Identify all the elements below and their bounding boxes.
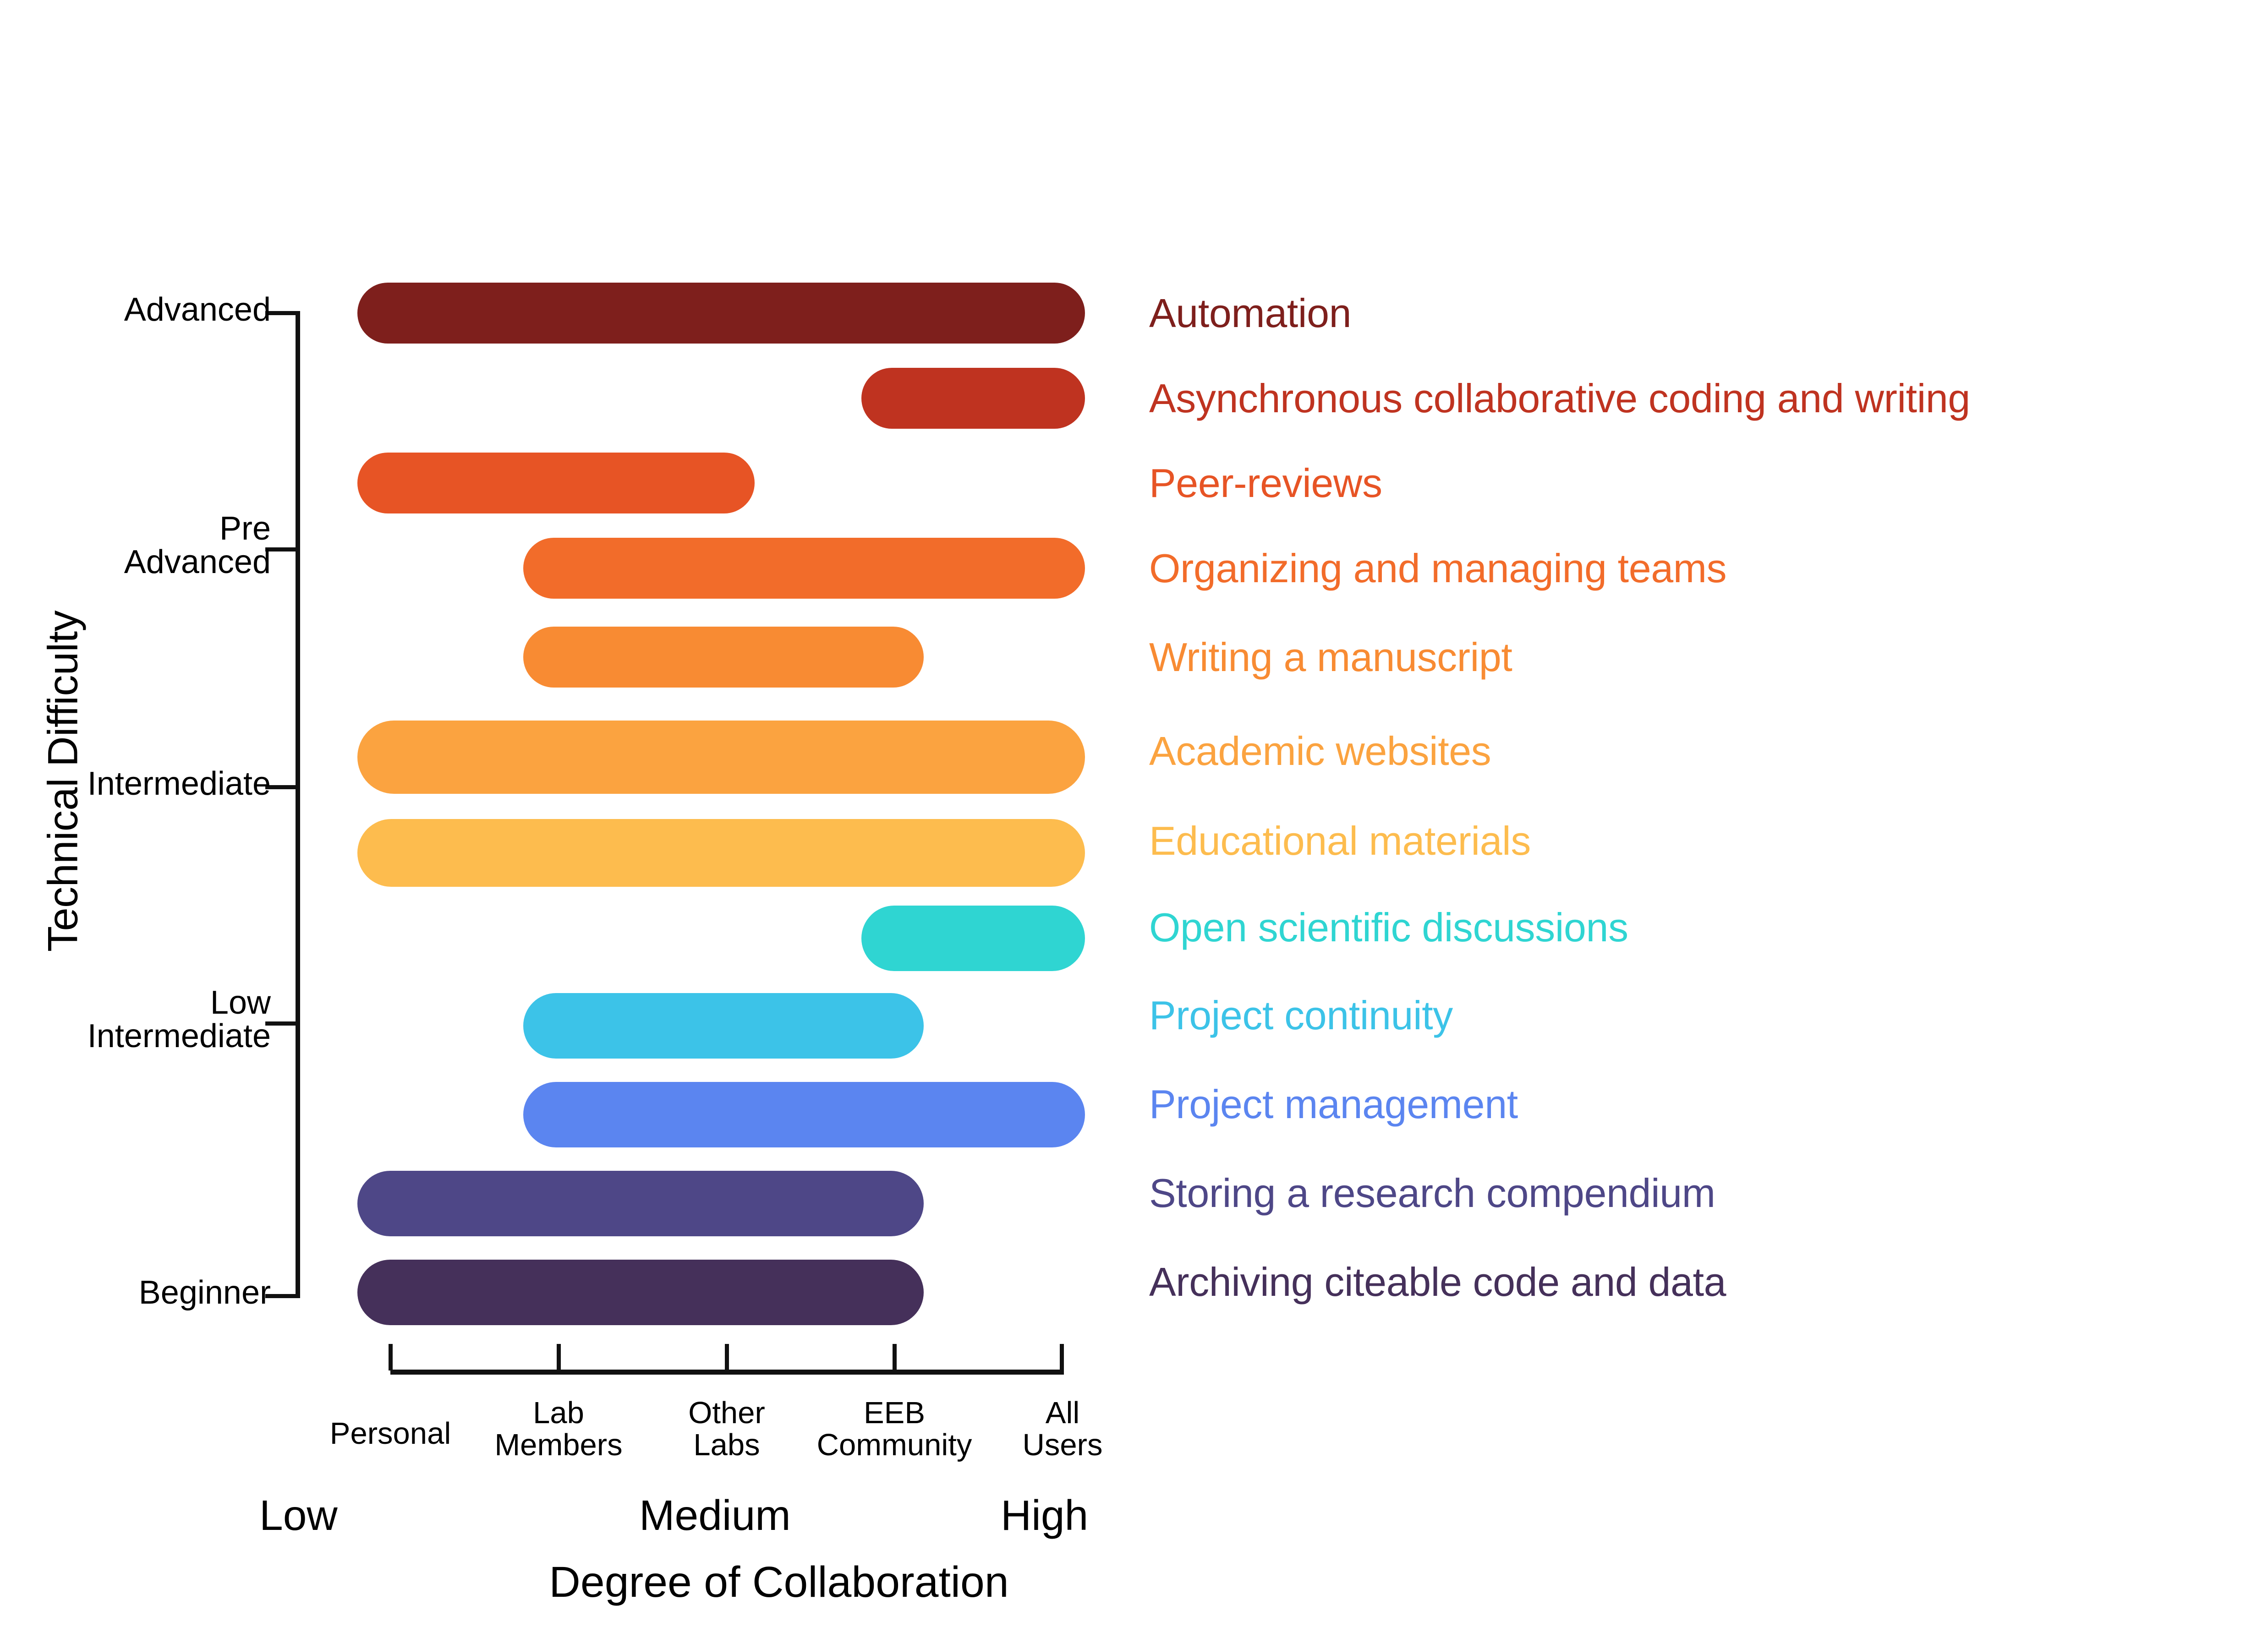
x-axis-label-all-users: All Users [1022, 1396, 1103, 1463]
bar-label-automation: Automation [1149, 290, 1352, 336]
y-axis-label-pre-advanced: Pre Advanced [124, 510, 271, 581]
y-axis-bracket [296, 311, 300, 1298]
bar-label-writing-manuscript: Writing a manuscript [1149, 634, 1512, 680]
chart-canvas: Technical Difficulty Advanced Pre Advanc… [0, 0, 2268, 1649]
bar-asynchronous-collaborative[interactable] [861, 368, 1085, 429]
y-axis-label-advanced: Advanced [124, 291, 271, 328]
bar-label-open-scientific: Open scientific discussions [1149, 905, 1628, 950]
x-axis-level-medium: Medium [639, 1491, 791, 1539]
bar-label-project-continuity: Project continuity [1149, 993, 1453, 1038]
x-axis-level-high: High [1001, 1491, 1089, 1539]
x-axis-level-low: Low [259, 1491, 338, 1539]
bar-storing-research-compendium[interactable] [357, 1171, 924, 1236]
bar-label-academic-websites: Academic websites [1149, 728, 1491, 774]
bar-project-management[interactable] [523, 1082, 1085, 1147]
bar-label-project-management: Project management [1149, 1081, 1518, 1127]
bar-writing-a-manuscript[interactable] [523, 627, 924, 688]
x-axis-title: Degree of Collaboration [549, 1558, 1009, 1606]
bar-educational-materials[interactable] [357, 819, 1085, 887]
y-axis-title: Technical Difficulty [39, 610, 87, 952]
bar-label-peer-reviews: Peer-reviews [1149, 460, 1382, 506]
x-axis-tick-other-labs [725, 1344, 729, 1371]
bar-label-archiving-code-data: Archiving citeable code and data [1149, 1259, 1726, 1305]
y-axis-label-low-intermediate: Low Intermediate [87, 984, 271, 1055]
bar-organizing-managing-teams[interactable] [523, 538, 1085, 599]
bar-label-organizing-managing-teams: Organizing and managing teams [1149, 546, 1727, 591]
bar-archiving-citeable-code[interactable] [357, 1260, 924, 1325]
x-axis-tick-lab-members [557, 1344, 561, 1371]
bar-automation[interactable] [357, 283, 1085, 344]
bar-label-educational-materials: Educational materials [1149, 818, 1531, 863]
x-axis-tick-personal [389, 1344, 393, 1371]
bar-project-continuity[interactable] [523, 993, 924, 1059]
bar-label-storing-compendium: Storing a research compendium [1149, 1170, 1715, 1216]
y-axis-label-intermediate: Intermediate [87, 765, 271, 802]
x-axis-tick-eeb-community [893, 1344, 897, 1371]
bar-academic-websites[interactable] [357, 721, 1085, 794]
bar-open-scientific-discussions[interactable] [861, 906, 1085, 971]
y-axis-label-beginner: Beginner [138, 1274, 271, 1311]
x-axis-tick-all-users [1060, 1344, 1064, 1371]
bar-peer-reviews[interactable] [357, 453, 755, 513]
bar-label-asynchronous: Asynchronous collaborative coding and wr… [1149, 376, 1970, 421]
